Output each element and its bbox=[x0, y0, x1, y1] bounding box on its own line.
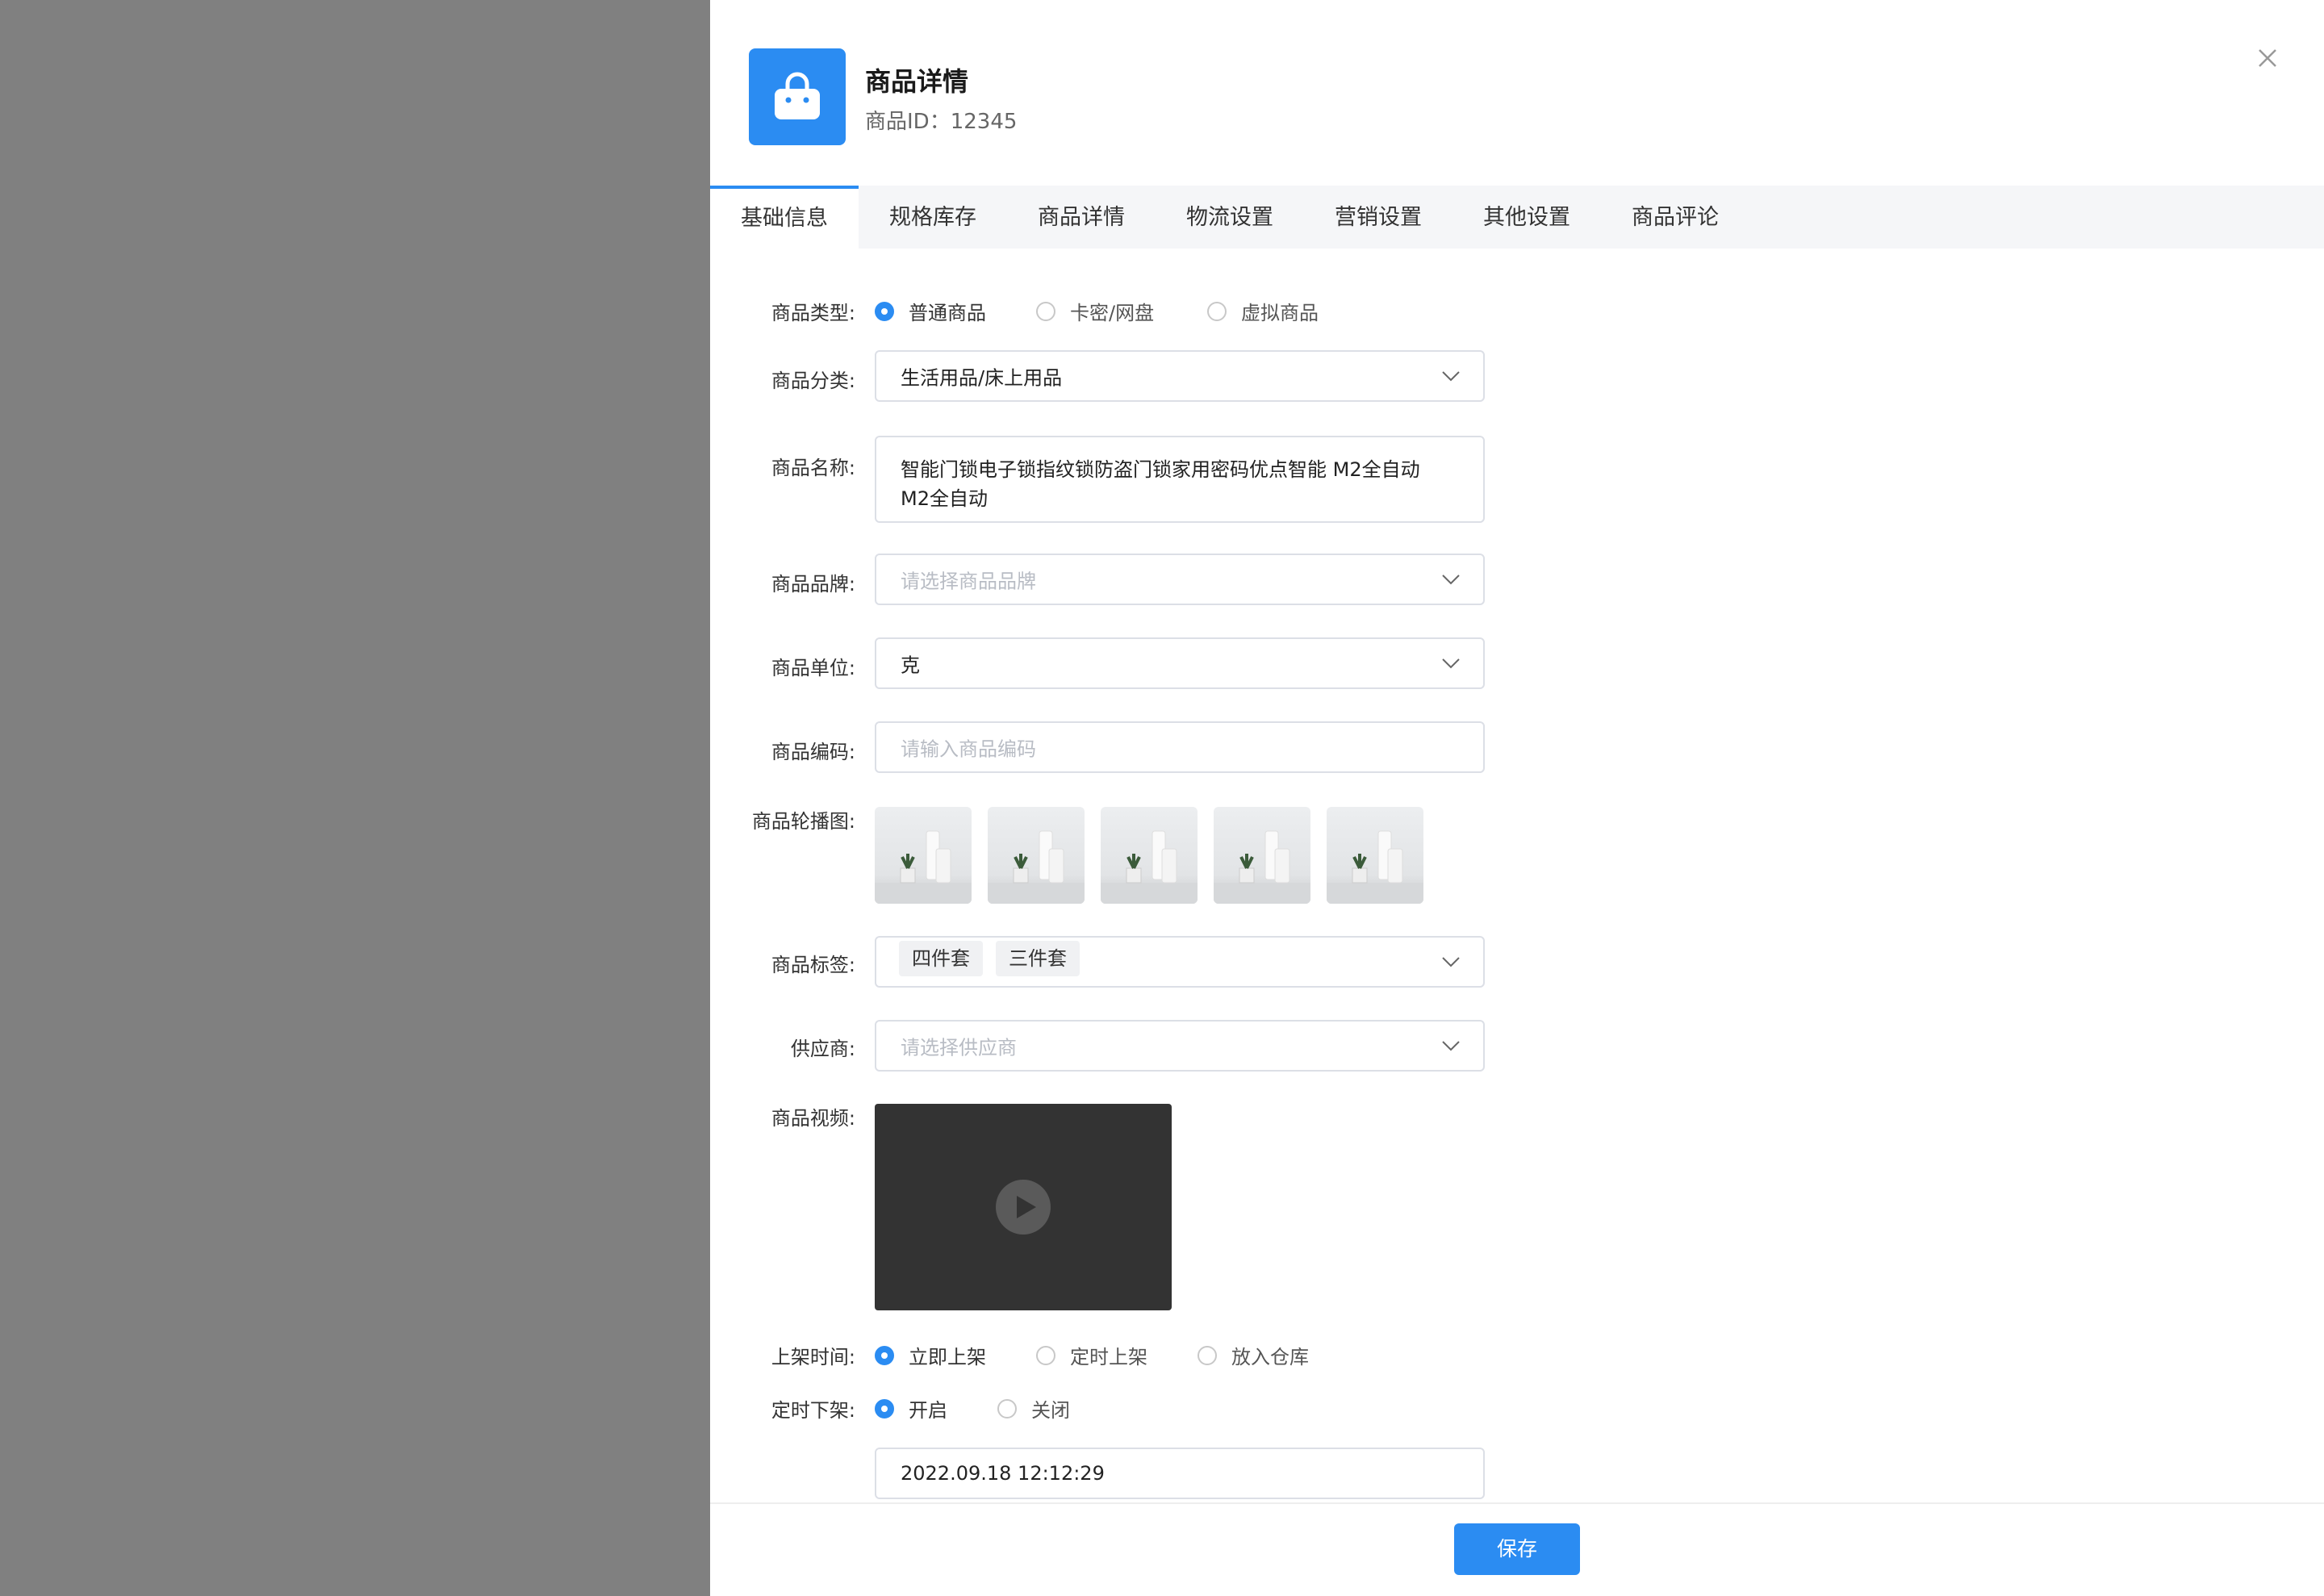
radio-label: 开启 bbox=[909, 1399, 947, 1422]
unit-select[interactable]: 克 bbox=[875, 637, 1485, 689]
code-label: 商品编码: bbox=[771, 741, 855, 763]
name-textarea[interactable]: 智能门锁电子锁指纹锁防盗门锁家用密码优点智能 M2全自动 M2全自动 bbox=[875, 436, 1485, 523]
radio-label: 定时上架 bbox=[1070, 1346, 1147, 1368]
name-value-line: M2全自动 bbox=[901, 487, 988, 510]
type-radio-virtual[interactable]: 虚拟商品 bbox=[1207, 297, 1319, 325]
tab-bar: 基础信息 规格库存 商品详情 物流设置 营销设置 其他设置 商品评论 bbox=[710, 186, 2324, 249]
carousel-image[interactable] bbox=[1101, 807, 1198, 904]
product-image-icon bbox=[1327, 830, 1423, 904]
chevron-down-icon bbox=[1442, 574, 1460, 585]
tab-spec-stock[interactable]: 规格库存 bbox=[859, 186, 1007, 249]
footer-bar: 保存 bbox=[710, 1502, 2324, 1596]
radio-label: 虚拟商品 bbox=[1241, 302, 1319, 324]
type-radio-normal[interactable]: 普通商品 bbox=[875, 297, 986, 325]
brand-label: 商品品牌: bbox=[771, 573, 855, 595]
radio-unchecked-icon bbox=[1207, 301, 1227, 321]
name-label: 商品名称: bbox=[771, 457, 855, 479]
tab-basic-info[interactable]: 基础信息 bbox=[710, 186, 859, 249]
tags-label: 商品标签: bbox=[771, 954, 855, 976]
carousel-image[interactable] bbox=[1327, 807, 1423, 904]
listing-radio-scheduled[interactable]: 定时上架 bbox=[1036, 1341, 1147, 1369]
category-value: 生活用品/床上用品 bbox=[901, 366, 1063, 390]
supplier-placeholder: 请选择供应商 bbox=[901, 1036, 1017, 1059]
name-value: 智能门锁电子锁指纹锁防盗门锁家用密码优点智能 M2全自动 M2全自动 bbox=[901, 455, 1457, 513]
radio-checked-icon bbox=[875, 1345, 894, 1365]
carousel-image[interactable] bbox=[875, 807, 972, 904]
timed-delist-label: 定时下架: bbox=[771, 1399, 855, 1422]
radio-unchecked-icon bbox=[997, 1398, 1017, 1418]
brand-placeholder: 请选择商品品牌 bbox=[901, 570, 1036, 593]
supplier-label: 供应商: bbox=[790, 1038, 855, 1060]
chevron-down-icon bbox=[1442, 957, 1460, 967]
chevron-down-icon bbox=[1442, 658, 1460, 669]
product-image-icon bbox=[988, 830, 1085, 904]
unit-value: 克 bbox=[901, 654, 920, 677]
save-button[interactable]: 保存 bbox=[1454, 1523, 1580, 1575]
tab-marketing[interactable]: 营销设置 bbox=[1304, 186, 1452, 249]
delist-datetime-value: 2022.09.18 12:12:29 bbox=[901, 1462, 1105, 1485]
page-title: 商品详情 bbox=[865, 66, 969, 97]
code-input[interactable]: 请输入商品编码 bbox=[875, 721, 1485, 773]
code-placeholder: 请输入商品编码 bbox=[901, 737, 1036, 761]
brand-select[interactable]: 请选择商品品牌 bbox=[875, 554, 1485, 605]
product-image-icon bbox=[1101, 830, 1198, 904]
shopping-bag-icon bbox=[749, 48, 846, 145]
radio-label: 普通商品 bbox=[909, 302, 986, 324]
modal-backdrop[interactable] bbox=[0, 0, 710, 1596]
delist-radio-off[interactable]: 关闭 bbox=[997, 1394, 1070, 1423]
radio-unchecked-icon bbox=[1198, 1345, 1217, 1365]
carousel-label: 商品轮播图: bbox=[751, 810, 855, 833]
carousel-image[interactable] bbox=[1214, 807, 1310, 904]
category-select[interactable]: 生活用品/床上用品 bbox=[875, 350, 1485, 402]
tag-chip[interactable]: 三件套 bbox=[996, 941, 1080, 976]
play-icon bbox=[996, 1180, 1051, 1235]
radio-unchecked-icon bbox=[1036, 301, 1055, 321]
radio-label: 立即上架 bbox=[909, 1346, 986, 1368]
category-label: 商品分类: bbox=[771, 370, 855, 392]
unit-label: 商品单位: bbox=[771, 657, 855, 679]
product-detail-drawer: 商品详情 商品ID：12345 基础信息 规格库存 商品详情 物流设置 营销设置… bbox=[710, 0, 2324, 1596]
product-image-icon bbox=[875, 830, 972, 904]
tab-product-detail[interactable]: 商品详情 bbox=[1007, 186, 1156, 249]
type-label: 商品类型: bbox=[771, 302, 855, 324]
radio-label: 关闭 bbox=[1031, 1399, 1070, 1422]
product-image-icon bbox=[1214, 830, 1310, 904]
name-value-line: 智能门锁电子锁指纹锁防盗门锁家用密码优点智能 M2全自动 bbox=[901, 458, 1420, 481]
radio-unchecked-icon bbox=[1036, 1345, 1055, 1365]
radio-checked-icon bbox=[875, 301, 894, 321]
listing-time-label: 上架时间: bbox=[771, 1346, 855, 1368]
chevron-down-icon bbox=[1442, 371, 1460, 382]
radio-label: 卡密/网盘 bbox=[1070, 302, 1155, 324]
product-video[interactable] bbox=[875, 1104, 1172, 1310]
type-radio-card[interactable]: 卡密/网盘 bbox=[1036, 297, 1154, 325]
close-icon[interactable] bbox=[2251, 42, 2284, 74]
tag-chip[interactable]: 四件套 bbox=[899, 941, 983, 976]
video-label: 商品视频: bbox=[771, 1107, 855, 1130]
tab-logistics[interactable]: 物流设置 bbox=[1156, 186, 1304, 249]
carousel-image[interactable] bbox=[988, 807, 1085, 904]
radio-label: 放入仓库 bbox=[1231, 1346, 1309, 1368]
supplier-select[interactable]: 请选择供应商 bbox=[875, 1020, 1485, 1072]
product-id: 商品ID：12345 bbox=[865, 110, 1018, 134]
delist-datetime-input[interactable]: 2022.09.18 12:12:29 bbox=[875, 1448, 1485, 1499]
tab-other-settings[interactable]: 其他设置 bbox=[1452, 186, 1601, 249]
tab-reviews[interactable]: 商品评论 bbox=[1601, 186, 1749, 249]
delist-radio-on[interactable]: 开启 bbox=[875, 1394, 947, 1423]
listing-radio-immediate[interactable]: 立即上架 bbox=[875, 1341, 986, 1369]
chevron-down-icon bbox=[1442, 1041, 1460, 1051]
radio-checked-icon bbox=[875, 1398, 894, 1418]
listing-radio-warehouse[interactable]: 放入仓库 bbox=[1198, 1341, 1309, 1369]
